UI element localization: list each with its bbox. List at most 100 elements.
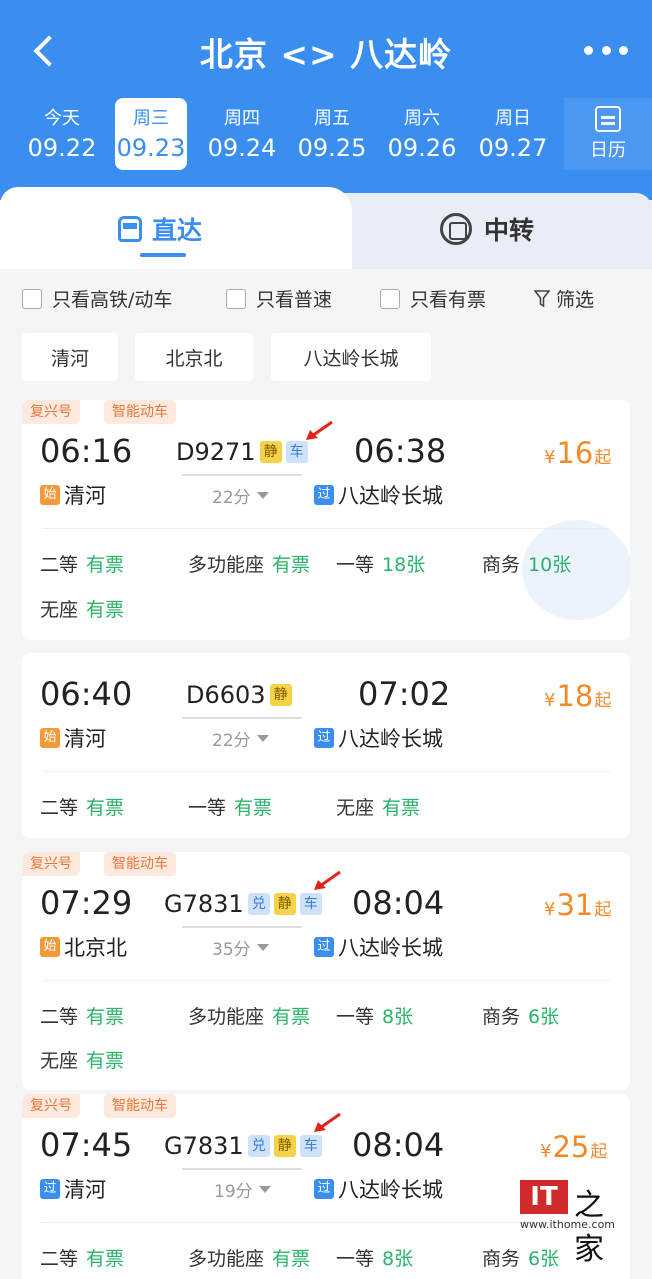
date-tab-0922[interactable]: 今天 09.22 <box>26 98 98 170</box>
seat-business: 商务 6张 <box>482 1002 559 1029</box>
caret-down-icon <box>258 1186 271 1193</box>
seat-status: 有票 <box>86 554 125 576</box>
watermark-logo: IT <box>520 1180 568 1214</box>
filter-normal-speed[interactable]: 只看普速 <box>226 285 332 312</box>
seat-status: 有票 <box>86 599 125 621</box>
train-number-text: G7831 <box>164 890 244 918</box>
seat-status: 6张 <box>528 1248 560 1270</box>
start-station-mark: 始 <box>40 937 60 957</box>
duration-toggle[interactable]: 22分 <box>212 483 269 508</box>
watermark-url: www.ithome.com <box>520 1218 616 1231</box>
calendar-button[interactable]: 日历 <box>564 98 652 170</box>
more-options-icon[interactable] <box>584 40 628 60</box>
station-chip-beijingbei[interactable]: 北京北 <box>135 333 253 381</box>
date-weekday: 周六 <box>404 108 440 129</box>
destination-station-name: 八达岭长城 <box>338 727 443 751</box>
seat-status: 有票 <box>272 1006 311 1028</box>
checkbox[interactable] <box>22 288 42 309</box>
arrive-time: 06:38 <box>354 432 447 470</box>
date-weekday: 今天 <box>44 108 80 129</box>
start-station-mark: 始 <box>40 728 60 748</box>
duration-toggle[interactable]: 22分 <box>212 726 269 751</box>
price-suffix: 起 <box>590 1142 608 1162</box>
seat-no-seat: 无座 有票 <box>40 1046 124 1073</box>
train-number-text: D6603 <box>186 681 266 709</box>
seat-status: 有票 <box>86 1050 125 1072</box>
seat-name: 商务 <box>482 1248 521 1270</box>
seat-second-class: 二等 有票 <box>40 793 124 820</box>
depart-time: 07:29 <box>40 884 133 922</box>
price-currency: ¥ <box>544 899 556 920</box>
duration-text: 19分 <box>214 1182 253 1202</box>
date-tab-0925[interactable]: 周五 09.25 <box>296 98 368 170</box>
price-currency: ¥ <box>544 690 556 711</box>
filter-label: 只看普速 <box>256 289 333 311</box>
duration-line <box>182 474 302 476</box>
caret-down-icon <box>256 492 269 499</box>
date-value: 09.26 <box>387 134 457 162</box>
card-divider <box>42 771 610 772</box>
depart-time: 06:40 <box>40 675 133 713</box>
pass-station-mark: 过 <box>40 1179 60 1199</box>
seat-status: 8张 <box>382 1248 414 1270</box>
tab-transfer[interactable]: 中转 <box>440 209 534 249</box>
seat-business: 商务 10张 <box>482 550 571 577</box>
price: ¥ 25 起 <box>540 1130 607 1164</box>
seat-second-class: 二等 有票 <box>40 550 124 577</box>
tag-fuxinghao: 复兴号 <box>22 400 80 424</box>
filter-label: 筛选 <box>556 289 595 311</box>
depart-time: 06:16 <box>40 432 133 470</box>
arrive-time: 08:04 <box>352 884 445 922</box>
station-chip-qinghe[interactable]: 清河 <box>22 333 118 381</box>
caret-down-icon <box>256 735 269 742</box>
date-value: 09.24 <box>207 134 277 162</box>
price-value: 16 <box>556 436 594 470</box>
calendar-icon <box>595 106 621 132</box>
train-number: G7831 兑 静 车 <box>164 890 322 918</box>
price-value: 25 <box>552 1130 590 1164</box>
date-tab-0927[interactable]: 周日 09.27 <box>477 98 549 170</box>
quiet-car-badge: 静 <box>273 893 296 915</box>
filter-screen-button[interactable]: 筛选 <box>534 285 594 312</box>
train-number: G7831 兑 静 车 <box>164 1132 322 1160</box>
price: ¥ 16 起 <box>544 436 611 470</box>
train-number: D9271 静 车 <box>176 438 308 466</box>
duration-text: 22分 <box>212 731 251 751</box>
date-tab-0923-selected[interactable]: 周三 09.23 <box>115 98 187 170</box>
seat-second-class: 二等 有票 <box>40 1002 124 1029</box>
duration-toggle[interactable]: 19分 <box>214 1177 271 1202</box>
tag-smart-emu: 智能动车 <box>104 400 176 424</box>
pass-station-mark: 过 <box>314 485 334 505</box>
station-chip-badalingchangcheng[interactable]: 八达岭长城 <box>271 333 431 381</box>
date-weekday: 周四 <box>224 108 260 129</box>
arrive-time: 08:04 <box>352 1126 445 1164</box>
seat-status: 18张 <box>382 554 426 576</box>
filter-available-only[interactable]: 只看有票 <box>380 285 486 312</box>
date-value: 09.27 <box>478 134 548 162</box>
train-icon <box>118 216 142 242</box>
seat-status: 有票 <box>382 797 421 819</box>
train-card[interactable]: 复兴号 智能动车 07:29 G7831 兑 静 车 35分 08:04 ¥ 3… <box>22 852 630 1090</box>
checkbox[interactable] <box>380 288 400 309</box>
origin-station-name: 清河 <box>64 727 106 751</box>
destination-station-name: 八达岭长城 <box>338 1178 443 1202</box>
seat-status: 有票 <box>272 1248 311 1270</box>
origin-station: 始 清河 <box>40 723 106 753</box>
seat-name: 多功能座 <box>188 1248 265 1270</box>
quiet-car-badge: 静 <box>259 441 282 463</box>
train-card[interactable]: 复兴号 智能动车 06:16 D9271 静 车 22分 06:38 ¥ 16 … <box>22 400 630 640</box>
duration-toggle[interactable]: 35分 <box>212 935 269 960</box>
seat-name: 二等 <box>40 554 79 576</box>
tab-direct[interactable]: 直达 <box>118 209 202 249</box>
checkbox[interactable] <box>226 288 246 309</box>
car-badge: 车 <box>299 1135 322 1157</box>
seat-first-class: 一等 有票 <box>188 793 272 820</box>
seat-multi-function: 多功能座 有票 <box>188 1002 310 1029</box>
date-tab-0924[interactable]: 周四 09.24 <box>206 98 278 170</box>
train-card[interactable]: 06:40 D6603 静 22分 07:02 ¥ 18 起 始 清河 过 八达… <box>22 653 630 838</box>
date-tab-0926[interactable]: 周六 09.26 <box>386 98 458 170</box>
depart-time: 07:45 <box>40 1126 133 1164</box>
filter-high-speed[interactable]: 只看高铁/动车 <box>22 285 172 312</box>
seat-no-seat: 无座 有票 <box>336 793 420 820</box>
arrive-time: 07:02 <box>358 675 451 713</box>
